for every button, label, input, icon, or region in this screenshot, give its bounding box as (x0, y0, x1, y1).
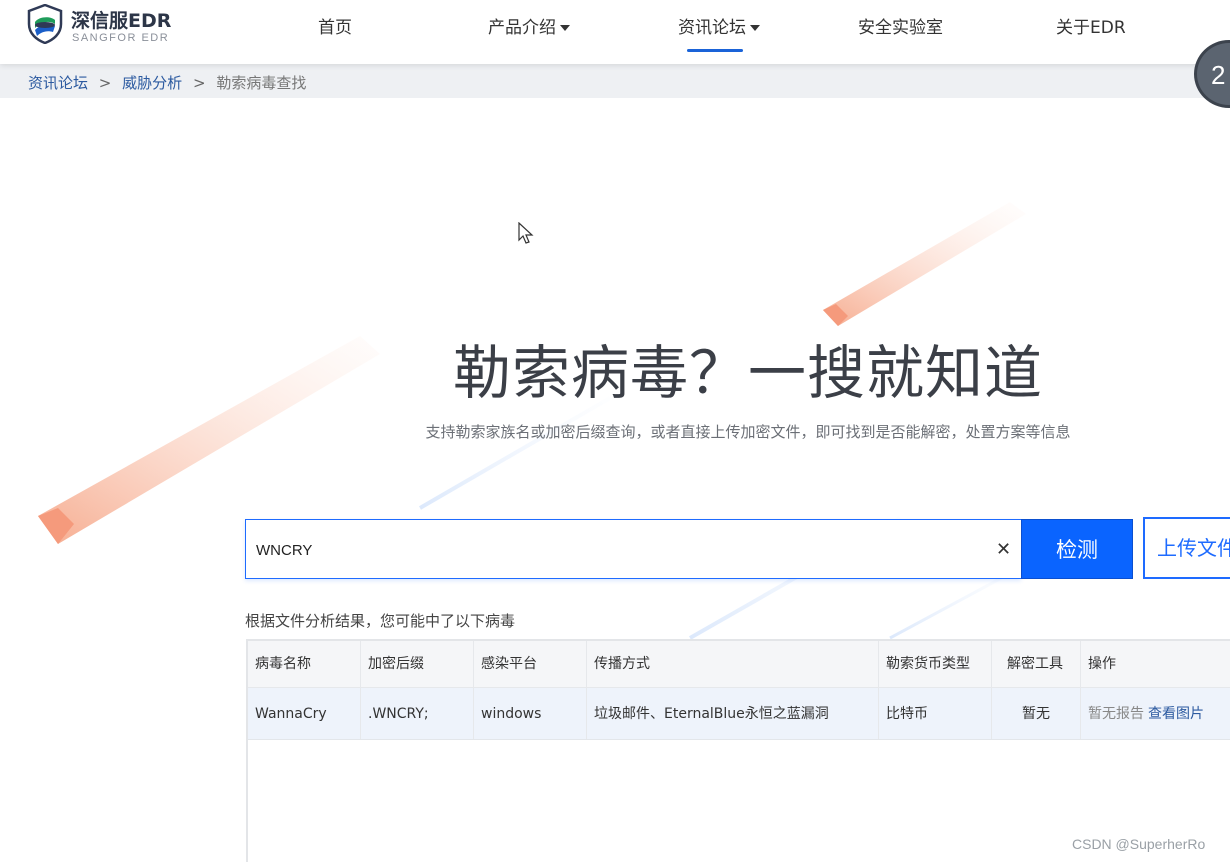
column-header: 勒索货币类型 (879, 641, 992, 687)
brand-logo[interactable]: 深信服EDR SANGFOR EDR (27, 4, 187, 44)
table-row: WannaCry .WNCRY; windows 垃圾邮件、EternalBlu… (248, 688, 1230, 740)
cell-platform: windows (474, 688, 587, 739)
hero-subtitle: 支持勒索家族名或加密后缀查询，或者直接上传加密文件，即可找到是否能解密，处置方案… (425, 423, 1071, 441)
brand-name: 深信服EDR (71, 10, 172, 32)
brand-subtitle: SANGFOR EDR (72, 32, 170, 44)
breadcrumb-threat-analysis[interactable]: 威胁分析 (122, 74, 182, 92)
breadcrumb-forum[interactable]: 资讯论坛 (28, 74, 88, 92)
nav-products[interactable]: 产品介绍 (488, 13, 570, 38)
breadcrumb-current: 勒索病毒查找 (216, 74, 307, 92)
column-header: 操作 (1088, 656, 1116, 672)
nav-security-lab[interactable]: 安全实验室 (858, 13, 943, 38)
no-report-text: 暂无报告 (1088, 706, 1144, 722)
caret-down-icon (750, 25, 760, 31)
nav-forum-label: 资讯论坛 (678, 18, 746, 38)
column-header: 加密后缀 (361, 641, 474, 687)
view-image-link[interactable]: 查看图片 (1148, 706, 1204, 722)
hero-title: 勒索病毒？一搜就知道 (452, 339, 1043, 407)
close-icon[interactable]: ✕ (996, 539, 1011, 561)
column-header: 感染平台 (474, 641, 587, 687)
detect-button[interactable]: 检测 (1021, 519, 1133, 579)
caret-down-icon (560, 25, 570, 31)
column-header: 病毒名称 (248, 641, 361, 687)
mouse-cursor-icon (518, 222, 534, 244)
nav-home-label: 首页 (318, 18, 352, 38)
cell-spread: 垃圾邮件、EternalBlue永恒之蓝漏洞 (587, 688, 879, 739)
breadcrumb-separator: > (98, 74, 112, 92)
table-header: 病毒名称 加密后缀 感染平台 传播方式 勒索货币类型 解密工具 操作 (248, 641, 1230, 688)
shield-logo-icon (27, 4, 63, 44)
deco-bar-right-end (823, 304, 848, 326)
search-box: ✕ (245, 519, 1021, 579)
cell-virus-name: WannaCry (248, 688, 361, 739)
breadcrumb-separator: > (192, 74, 206, 92)
column-header: 传播方式 (587, 641, 879, 687)
cell-actions: 暂无报告 查看图片 (1081, 688, 1230, 739)
breadcrumb: 资讯论坛 > 威胁分析 > 勒索病毒查找 (28, 72, 306, 93)
nav-products-label: 产品介绍 (488, 18, 556, 38)
result-summary: 根据文件分析结果，您可能中了以下病毒 (245, 612, 516, 630)
breadcrumb-bar: 资讯论坛 > 威胁分析 > 勒索病毒查找 (0, 64, 1230, 98)
upload-file-button[interactable]: 上传文件 (1143, 517, 1230, 579)
cell-decrypt-tool: 暂无 (992, 688, 1081, 739)
deco-bar-right (823, 202, 1026, 326)
results-table: 病毒名称 加密后缀 感染平台 传播方式 勒索货币类型 解密工具 操作 Wanna… (246, 639, 1230, 862)
watermark: CSDN @SuperherRo (1072, 836, 1206, 852)
cell-suffix: .WNCRY; (361, 688, 474, 739)
deco-line-1 (418, 396, 612, 510)
floating-bubble-text: 2 (1211, 60, 1226, 90)
deco-bar-left-end (38, 508, 74, 544)
cell-currency: 比特币 (879, 688, 992, 739)
top-header: 深信服EDR SANGFOR EDR 首页 产品介绍 资讯论坛 安全实验室 关于… (0, 0, 1230, 64)
nav-about[interactable]: 关于EDR (1056, 13, 1126, 38)
nav-home[interactable]: 首页 (318, 13, 352, 38)
column-header: 解密工具 (992, 641, 1081, 687)
nav-active-indicator (687, 49, 743, 52)
nav-security-lab-label: 安全实验室 (858, 18, 943, 38)
nav-about-label: 关于EDR (1056, 18, 1126, 38)
nav-forum[interactable]: 资讯论坛 (678, 13, 760, 38)
search-input[interactable] (256, 538, 976, 562)
